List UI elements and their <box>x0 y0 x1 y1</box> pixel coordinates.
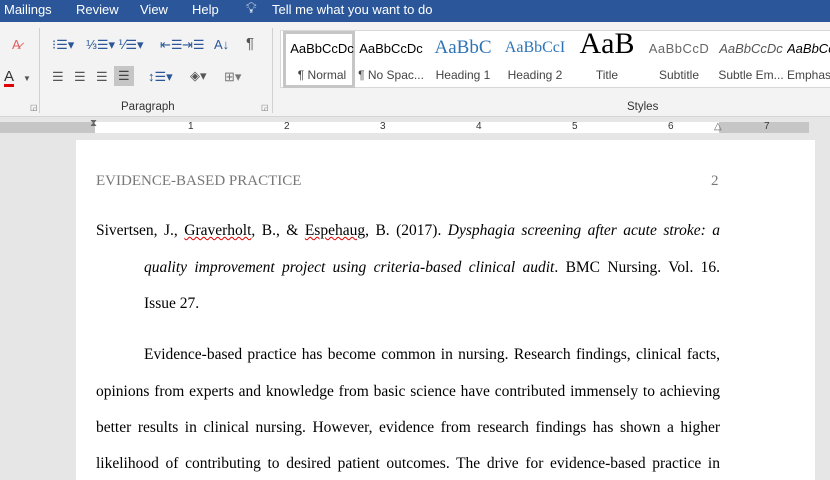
font-color-icon[interactable]: A <box>4 69 15 87</box>
borders-icon[interactable]: ⊞▾ <box>224 70 241 84</box>
align-right-icon[interactable]: ☰ <box>96 70 108 84</box>
style-subtitle[interactable]: AaBbCcD Subtitle <box>643 31 715 88</box>
styles-group-label: Styles <box>627 101 659 113</box>
style-no-spacing[interactable]: AaBbCcDc ¶ No Spac... <box>355 31 427 88</box>
paragraph-line: better results in clinical nursing. Howe… <box>96 419 720 436</box>
numbering-icon[interactable]: ⅓☰▾ <box>86 38 115 52</box>
sort-icon[interactable]: A↓ <box>214 38 229 52</box>
tell-me-search[interactable]: Tell me what you want to do <box>272 2 432 17</box>
running-header: EVIDENCE-BASED PRACTICE <box>96 173 302 189</box>
increase-indent-icon[interactable]: ⇥☰ <box>182 38 205 52</box>
show-formatting-icon[interactable]: ¶ <box>246 36 254 51</box>
indent-marker[interactable]: ⧗ <box>90 118 97 129</box>
reference-line-1: Sivertsen, J., Graverholt, B., & Espehau… <box>96 222 721 239</box>
justify-icon[interactable]: ☰ <box>114 66 134 86</box>
tab-view[interactable]: View <box>140 2 168 17</box>
paragraph-group-label: Paragraph <box>121 101 175 113</box>
page-number: 2 <box>711 173 719 189</box>
style-emphasis[interactable]: AaBbCcDcEmphasis <box>787 31 830 88</box>
menu-bar: Mailings Review View Help 💡︎ Tell me wha… <box>0 0 830 22</box>
lightbulb-icon: 💡︎ <box>246 0 257 17</box>
paragraph-line: likelihood of contributing to desired pa… <box>96 455 720 472</box>
vertical-scrollbar[interactable] <box>815 135 830 467</box>
align-left-icon[interactable]: ☰ <box>52 70 64 84</box>
align-center-icon[interactable]: ☰ <box>74 70 86 84</box>
paragraph-line: opinions from experts and knowledge from… <box>96 383 720 400</box>
clear-formatting-icon[interactable]: A̷ <box>12 38 21 52</box>
line-spacing-icon[interactable]: ↕☰▾ <box>148 70 173 84</box>
shading-icon[interactable]: ◈▾ <box>190 69 207 83</box>
font-dialog-launcher-icon[interactable]: ◲ <box>30 101 38 115</box>
decrease-indent-icon[interactable]: ⇤☰ <box>160 38 183 52</box>
style-heading-1[interactable]: AaBbC Heading 1 <box>427 31 499 88</box>
style-heading-2[interactable]: AaBbCcI Heading 2 <box>499 31 571 88</box>
styles-gallery: AaBbCcDc ¶ Normal AaBbCcDc ¶ No Spac... Aa… <box>280 27 830 88</box>
style-title[interactable]: AaB Title <box>571 27 643 88</box>
paragraph-dialog-launcher-icon[interactable]: ◲ <box>261 101 269 115</box>
style-normal[interactable]: AaBbCcDc ¶ Normal <box>283 31 355 88</box>
horizontal-ruler[interactable]: 1 2 3 4 5 6 7 ⧗ △ <box>0 118 830 135</box>
right-indent-marker[interactable]: △ <box>714 121 722 132</box>
multilevel-list-icon[interactable]: ⅟☰▾ <box>118 38 144 52</box>
tab-help[interactable]: Help <box>192 2 219 17</box>
style-subtle-emphasis[interactable]: AaBbCcDc Subtle Em... <box>715 31 787 88</box>
font-color-dropdown[interactable]: ▼ <box>23 72 31 86</box>
paragraph-line: Evidence-based practice has become commo… <box>144 346 720 363</box>
tab-review[interactable]: Review <box>76 2 119 17</box>
reference-line-2: quality improvement project using criter… <box>144 259 721 276</box>
tab-mailings[interactable]: Mailings <box>4 2 52 17</box>
reference-line-3: Issue 27. <box>144 295 200 312</box>
bullets-icon[interactable]: ⁝☰▾ <box>52 38 74 52</box>
